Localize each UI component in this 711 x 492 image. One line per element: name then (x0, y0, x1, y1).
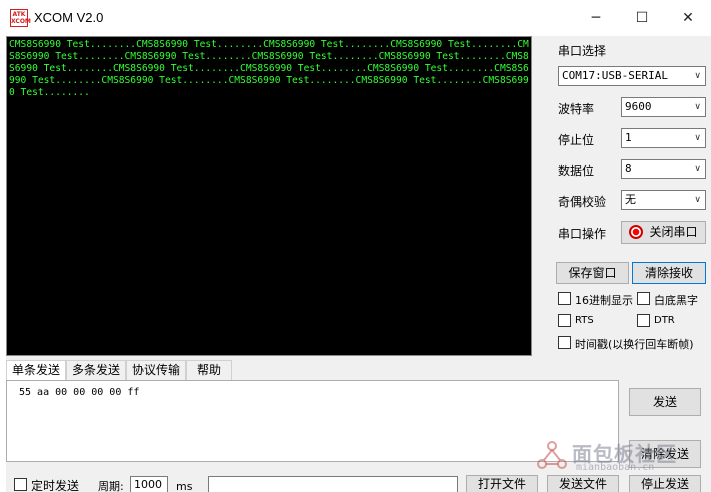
timestamp-checkbox[interactable] (558, 336, 571, 349)
window-title: XCOM V2.0 (34, 10, 104, 25)
minimize-button[interactable]: ─ (573, 0, 619, 36)
port-label: 串口选择 (558, 44, 607, 58)
dtr-label: DTR (654, 315, 675, 326)
clear-send-button[interactable]: 清除发送 (629, 440, 701, 468)
chevron-down-icon: ∨ (694, 133, 701, 143)
hex-display-label: 16进制显示 (575, 294, 633, 307)
data-bits-value: 8 (625, 162, 632, 175)
title-bar: ATK XCOM XCOM V2.0 ─ ☐ ✕ (0, 0, 711, 36)
port-op-label: 串口操作 (558, 227, 607, 241)
parity-select[interactable]: 无 ∨ (621, 190, 706, 210)
timestamp-label: 时间戳(以换行回车断帧) (575, 338, 694, 351)
close-button[interactable]: ✕ (665, 0, 711, 36)
app-logo: ATK XCOM (10, 9, 31, 27)
stop-send-button[interactable]: 停止发送 (629, 475, 701, 492)
file-path-input[interactable] (208, 476, 458, 492)
data-bits-label: 数据位 (558, 164, 595, 178)
tab-multi-send[interactable]: 多条发送 (66, 360, 126, 380)
send-file-button[interactable]: 发送文件 (547, 475, 619, 492)
close-port-label: 关闭串口 (649, 225, 698, 239)
receive-area[interactable]: CMS8S6990 Test........CMS8S6990 Test....… (6, 36, 532, 356)
rts-label: RTS (575, 315, 594, 326)
chevron-down-icon: ∨ (694, 164, 701, 174)
timed-send-label: 定时发送 (31, 479, 80, 492)
clear-receive-button[interactable]: 清除接收 (632, 262, 706, 284)
open-file-button[interactable]: 打开文件 (466, 475, 538, 492)
port-select[interactable]: COM17:USB-SERIAL ∨ (558, 66, 706, 86)
dtr-checkbox[interactable] (637, 314, 650, 327)
stop-bits-select[interactable]: 1 ∨ (621, 128, 706, 148)
parity-label: 奇偶校验 (558, 195, 607, 209)
timed-send-checkbox[interactable] (14, 478, 27, 491)
baud-label: 波特率 (558, 102, 595, 116)
send-input[interactable]: 55 aa 00 00 00 00 ff (6, 380, 619, 462)
period-input[interactable]: 1000 (130, 476, 168, 492)
parity-value: 无 (625, 193, 636, 206)
bottom-bar: 定时发送 周期: 1000 ms 打开文件 发送文件 停止发送 (0, 472, 711, 492)
white-bg-checkbox[interactable] (637, 292, 650, 305)
white-bg-label: 白底黑字 (654, 294, 698, 307)
stop-bits-value: 1 (625, 131, 632, 144)
maximize-button[interactable]: ☐ (619, 0, 665, 36)
tab-protocol[interactable]: 协议传输 (126, 360, 186, 380)
baud-select[interactable]: 9600 ∨ (621, 97, 706, 117)
period-label: 周期: (98, 480, 124, 492)
stop-bits-label: 停止位 (558, 133, 595, 147)
hex-display-checkbox[interactable] (558, 292, 571, 305)
port-select-value: COM17:USB-SERIAL (562, 69, 668, 82)
status-indicator-icon (629, 225, 644, 239)
close-port-button[interactable]: 关闭串口 (621, 221, 706, 244)
chevron-down-icon: ∨ (694, 71, 701, 81)
tab-help[interactable]: 帮助 (186, 360, 232, 380)
chevron-down-icon: ∨ (694, 102, 701, 112)
period-unit: ms (176, 480, 193, 492)
chevron-down-icon: ∨ (694, 195, 701, 205)
receive-text: CMS8S6990 Test........CMS8S6990 Test....… (9, 39, 529, 98)
rts-checkbox[interactable] (558, 314, 571, 327)
serial-settings-panel: 串口选择 COM17:USB-SERIAL ∨ 波特率 9600 ∨ 停止位 1… (536, 36, 711, 361)
data-bits-select[interactable]: 8 ∨ (621, 159, 706, 179)
tab-single-send[interactable]: 单条发送 (6, 360, 66, 380)
send-button[interactable]: 发送 (629, 388, 701, 416)
save-window-button[interactable]: 保存窗口 (556, 262, 629, 284)
baud-select-value: 9600 (625, 100, 652, 113)
